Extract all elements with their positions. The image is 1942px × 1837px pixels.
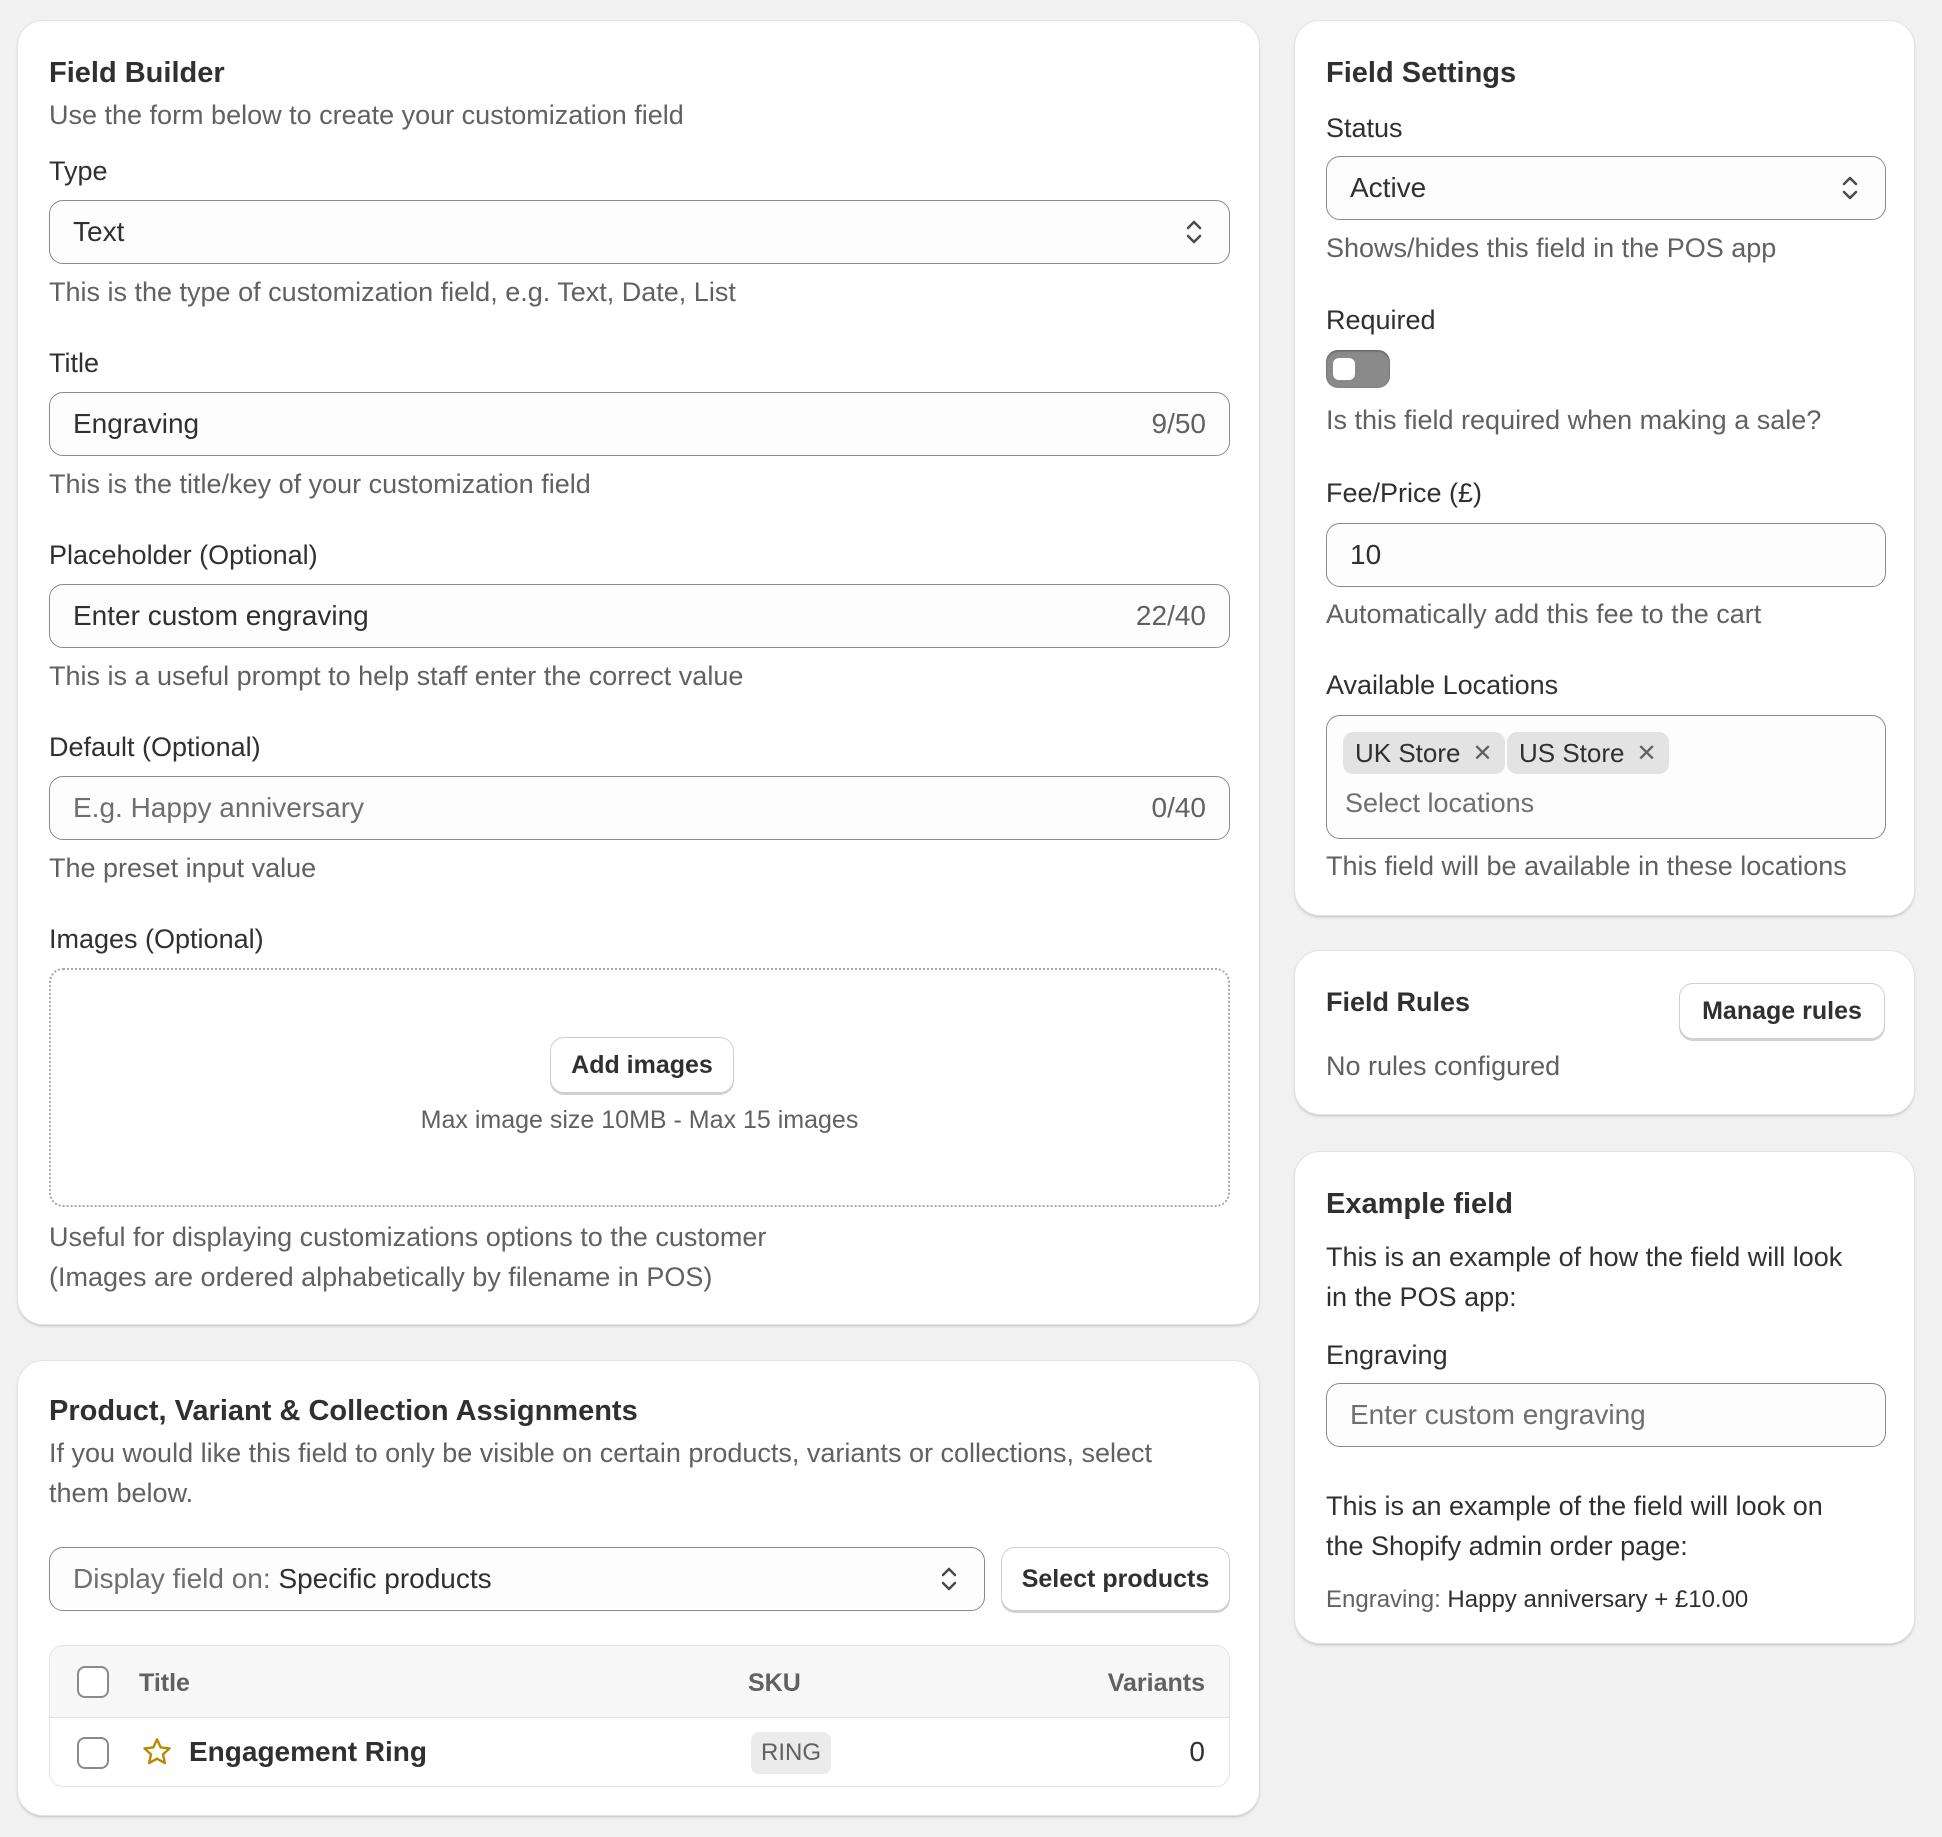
field-rules-card: Field Rules Manage rules No rules config… <box>1294 950 1915 1115</box>
field-settings-title: Field Settings <box>1326 57 1517 89</box>
row-title: Engagement Ring <box>189 1736 428 1767</box>
example-title: Example field <box>1326 1188 1513 1220</box>
placeholder-char-counter: 22/40 <box>1135 600 1206 631</box>
images-label: Images (Optional) <box>49 924 264 954</box>
title-label: Title <box>49 348 100 378</box>
close-icon[interactable]: ✕ <box>1473 739 1493 768</box>
locations-help: This field will be available in these lo… <box>1326 851 1847 881</box>
manage-rules-button[interactable]: Manage rules <box>1679 983 1885 1039</box>
field-settings-card: Field Settings Status Active Shows/hides… <box>1294 20 1915 916</box>
row-sku-badge: RING <box>751 1732 831 1774</box>
add-images-button[interactable]: Add images <box>550 1037 734 1093</box>
display-field-prefix: Display field on: <box>73 1563 271 1594</box>
example-desc1-line1: This is an example of how the field will… <box>1326 1242 1843 1272</box>
select-products-button[interactable]: Select products <box>1001 1547 1230 1611</box>
location-chip-uk: UK Store ✕ <box>1343 732 1505 774</box>
example-desc2-line1: This is an example of the field will loo… <box>1326 1491 1823 1521</box>
default-char-counter: 0/40 <box>1151 792 1207 823</box>
locations-placeholder: Select locations <box>1345 788 1535 818</box>
table-row[interactable]: Engagement Ring RING 0 <box>50 1718 1229 1786</box>
placeholder-label: Placeholder (Optional) <box>49 540 318 570</box>
example-field-placeholder: Enter custom engraving <box>1350 1399 1646 1430</box>
title-input[interactable]: Engraving 9/50 <box>49 392 1230 456</box>
column-title: Title <box>139 1669 190 1697</box>
default-input-placeholder: E.g. Happy anniversary <box>73 792 365 823</box>
type-label: Type <box>49 156 108 186</box>
products-table: Title SKU Variants Engagement Ring RING … <box>49 1645 1230 1787</box>
images-help-line2: (Images are ordered alphabetically by fi… <box>49 1262 713 1292</box>
assignments-subtitle-line2: them below. <box>49 1478 194 1508</box>
example-field-card: Example field This is an example of how … <box>1294 1151 1915 1644</box>
image-limits: Max image size 10MB - Max 15 images <box>420 1106 859 1134</box>
select-all-checkbox[interactable] <box>77 1666 109 1698</box>
row-variants: 0 <box>1189 1736 1205 1767</box>
display-field-value: Specific products <box>278 1563 492 1594</box>
row-checkbox[interactable] <box>77 1737 109 1769</box>
placeholder-help: This is a useful prompt to help staff en… <box>49 661 744 691</box>
title-input-value: Engraving <box>73 408 200 439</box>
fee-help: Automatically add this fee to the cart <box>1326 599 1762 629</box>
type-select[interactable]: Text <box>49 200 1230 264</box>
locations-multiselect[interactable]: UK Store ✕ US Store ✕ Select locations <box>1326 715 1886 839</box>
close-icon[interactable]: ✕ <box>1637 739 1657 768</box>
default-label: Default (Optional) <box>49 732 261 762</box>
status-label: Status <box>1326 113 1403 143</box>
example-desc2-line2: the Shopify admin order page: <box>1326 1531 1688 1561</box>
required-help: Is this field required when making a sal… <box>1326 405 1822 435</box>
status-select-value: Active <box>1350 172 1427 203</box>
status-select[interactable]: Active <box>1326 156 1886 220</box>
column-variants: Variants <box>1107 1669 1205 1697</box>
required-toggle[interactable] <box>1326 350 1390 388</box>
assignments-card: Product, Variant & Collection Assignment… <box>17 1360 1260 1816</box>
field-rules-title: Field Rules <box>1326 987 1471 1017</box>
required-label: Required <box>1326 305 1436 335</box>
field-builder-subtitle: Use the form below to create your custom… <box>49 100 684 130</box>
display-field-select[interactable]: Display field on: Specific products <box>49 1547 985 1611</box>
locations-label: Available Locations <box>1326 670 1559 700</box>
example-order-value: Happy anniversary + £10.00 <box>1447 1586 1749 1613</box>
field-builder-title: Field Builder <box>49 57 225 89</box>
chevron-updown-icon <box>937 1564 961 1594</box>
type-select-value: Text <box>73 216 125 247</box>
fee-input[interactable]: 10 <box>1326 523 1886 587</box>
default-input[interactable]: E.g. Happy anniversary 0/40 <box>49 776 1230 840</box>
status-help: Shows/hides this field in the POS app <box>1326 233 1777 263</box>
example-field-input[interactable]: Enter custom engraving <box>1326 1383 1886 1447</box>
type-help: This is the type of customization field,… <box>49 277 736 307</box>
toggle-knob <box>1333 358 1355 380</box>
placeholder-input-value: Enter custom engraving <box>73 600 369 631</box>
field-rules-empty: No rules configured <box>1326 1051 1561 1081</box>
chevron-updown-icon <box>1182 217 1206 247</box>
example-order-key: Engraving: <box>1326 1586 1441 1613</box>
images-help-line1: Useful for displaying customizations opt… <box>49 1222 767 1252</box>
assignments-title: Product, Variant & Collection Assignment… <box>49 1395 638 1427</box>
default-help: The preset input value <box>49 853 317 883</box>
title-help: This is the title/key of your customizat… <box>49 469 591 499</box>
location-chip-us: US Store ✕ <box>1507 732 1669 774</box>
assignments-subtitle-line1: If you would like this field to only be … <box>49 1438 1153 1468</box>
fee-label: Fee/Price (£) <box>1326 478 1483 508</box>
example-order-line: Engraving: Happy anniversary + £10.00 <box>1326 1586 1748 1614</box>
example-desc1-line2: in the POS app: <box>1326 1282 1517 1312</box>
chevron-updown-icon <box>1838 173 1862 203</box>
table-header: Title SKU Variants <box>50 1646 1229 1718</box>
location-chip-label: UK Store <box>1355 737 1461 768</box>
fee-input-value: 10 <box>1350 539 1382 570</box>
field-builder-card: Field Builder Use the form below to crea… <box>17 20 1260 1325</box>
star-icon <box>141 1736 173 1775</box>
image-dropzone[interactable]: Add images Max image size 10MB - Max 15 … <box>49 968 1230 1207</box>
placeholder-input[interactable]: Enter custom engraving 22/40 <box>49 584 1230 648</box>
example-field-label: Engraving <box>1326 1340 1448 1370</box>
title-char-counter: 9/50 <box>1151 408 1207 439</box>
location-chip-label: US Store <box>1519 737 1625 768</box>
column-sku: SKU <box>748 1669 801 1697</box>
